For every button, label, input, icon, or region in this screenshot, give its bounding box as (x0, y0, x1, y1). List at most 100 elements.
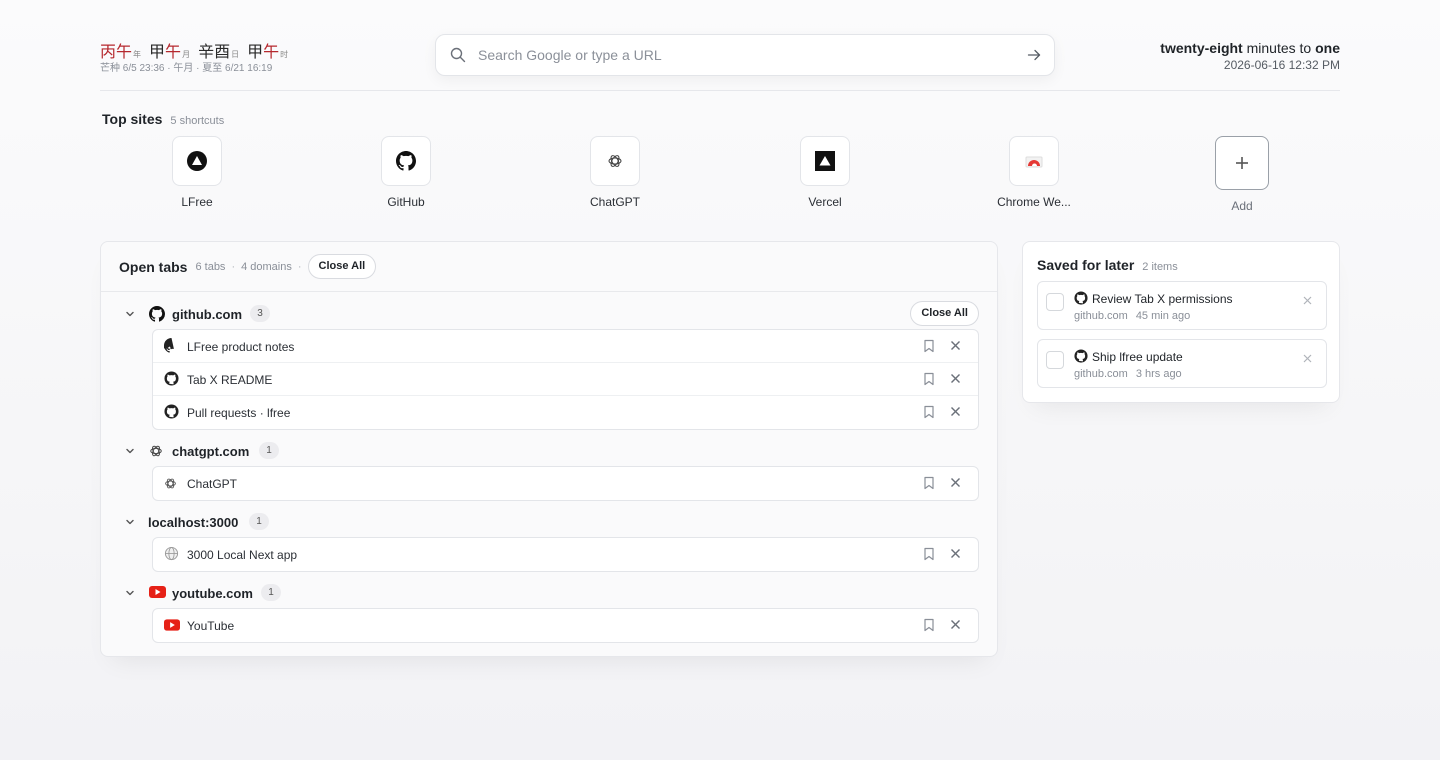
top-site-label[interactable]: Chrome We... (997, 195, 1071, 209)
domain-name: youtube.com (172, 586, 253, 601)
domain-name: github.com (172, 307, 243, 322)
top-site-label[interactable]: LFree (181, 195, 212, 209)
youtube-icon (149, 586, 166, 598)
top-site-label[interactable]: GitHub (387, 195, 424, 209)
chatgpt-icon[interactable] (590, 136, 640, 186)
bookmark-icon[interactable] (923, 618, 935, 632)
add-shortcut-label[interactable]: Add (1231, 199, 1252, 213)
saved-item[interactable]: Review Tab X permissions github.com 45 mi… (1037, 281, 1327, 330)
open-tabs-panel: Open tabs 6 tabs · 4 domains · Close All… (100, 241, 998, 657)
saved-title: Saved for later (1037, 257, 1135, 273)
top-site-label[interactable]: ChatGPT (590, 195, 640, 209)
lfree-triangle-icon[interactable] (172, 136, 222, 186)
github-icon (1074, 349, 1088, 363)
chevron-down-icon[interactable] (125, 517, 135, 527)
top-site-chatgpt[interactable]: ChatGPT (555, 136, 675, 209)
chatgpt-tab-list: ChatGPT (152, 466, 979, 501)
top-site-label[interactable]: Vercel (808, 195, 841, 209)
top-site-chrome-webstore[interactable]: Chrome We... (974, 136, 1094, 209)
saved-item-domain: github.com (1074, 368, 1128, 380)
clock: twenty-eight minutes to one 2026-06-16 1… (1160, 40, 1340, 72)
saved-item-meta: github.com 3 hrs ago (1074, 368, 1182, 380)
saved-item-checkbox[interactable] (1046, 351, 1064, 369)
github-icon (164, 371, 179, 386)
domain-tab-count: 1 (249, 513, 269, 530)
search-input[interactable]: Search Google or type a URL (478, 47, 1026, 63)
saved-for-later-panel: Saved for later 2 items Review Tab X per… (1022, 241, 1340, 403)
separator: · (297, 260, 302, 273)
tab-row[interactable]: YouTube (153, 609, 978, 642)
top-sites-count: 5 shortcuts (170, 115, 225, 127)
github-icon (164, 338, 179, 353)
open-tabs-title: Open tabs (119, 258, 188, 275)
localhost-tab-list: 3000 Local Next app (152, 537, 979, 572)
domain-tab-count: 1 (259, 442, 279, 459)
close-icon[interactable] (950, 619, 961, 630)
plus-icon[interactable] (1215, 136, 1269, 190)
tabs-count: 6 tabs (195, 260, 226, 273)
saved-header: Saved for later 2 items (1037, 257, 1178, 273)
close-icon[interactable] (950, 373, 961, 384)
tab-title[interactable]: YouTube (187, 619, 234, 633)
github-icon (149, 306, 165, 322)
saved-count: 2 items (1142, 261, 1178, 273)
solar-term-info: 芒种 6/5 23:36 · 午月 · 夏至 6/21 16:19 (100, 63, 273, 74)
close-icon[interactable] (950, 406, 961, 417)
close-all-tabs-button[interactable]: Close All (307, 254, 377, 279)
chevron-down-icon[interactable] (125, 446, 135, 456)
globe-icon (164, 546, 179, 561)
domain-tab-count: 3 (250, 305, 270, 322)
tab-row[interactable]: Pull requests · lfree (153, 396, 978, 429)
github-icon (1074, 291, 1088, 305)
chrome-webstore-icon[interactable] (1009, 136, 1059, 186)
close-icon[interactable] (950, 477, 961, 488)
bookmark-icon[interactable] (923, 372, 935, 386)
search-bar[interactable]: Search Google or type a URL (435, 34, 1055, 76)
domain-name: localhost:3000 (148, 515, 239, 530)
tab-title[interactable]: Tab X README (187, 373, 272, 387)
tab-row[interactable]: Tab X README (153, 363, 978, 396)
top-site-lfree[interactable]: LFree (137, 136, 257, 209)
saved-item-checkbox[interactable] (1046, 293, 1064, 311)
open-tabs-header: Open tabs 6 tabs · 4 domains · Close All (101, 242, 997, 292)
close-icon[interactable] (950, 340, 961, 351)
bookmark-icon[interactable] (923, 476, 935, 490)
domain-tab-count: 1 (261, 584, 281, 601)
close-all-github-button[interactable]: Close All (910, 301, 979, 326)
domain-group-chatgpt[interactable]: chatgpt.com 1 (101, 439, 997, 463)
tab-row[interactable]: LFree product notes (153, 330, 978, 363)
github-tab-list: LFree product notes Tab X README Pull re… (152, 329, 979, 430)
saved-item-title[interactable]: Ship lfree update (1092, 350, 1183, 364)
clock-date: 2026-06-16 12:32 PM (1223, 58, 1340, 72)
github-icon[interactable] (381, 136, 431, 186)
saved-item[interactable]: Ship lfree update github.com 3 hrs ago (1037, 339, 1327, 388)
tab-row[interactable]: ChatGPT (153, 467, 978, 500)
chevron-down-icon[interactable] (125, 588, 135, 598)
arrow-right-icon[interactable] (1026, 47, 1042, 63)
tab-title[interactable]: 3000 Local Next app (187, 548, 297, 562)
close-icon[interactable] (1303, 296, 1312, 305)
vercel-icon[interactable] (800, 136, 850, 186)
tab-row[interactable]: 3000 Local Next app (153, 538, 978, 571)
top-site-github[interactable]: GitHub (346, 136, 466, 209)
youtube-icon (164, 619, 180, 631)
domain-group-localhost[interactable]: localhost:3000 1 (101, 510, 997, 534)
tab-title[interactable]: ChatGPT (187, 477, 237, 491)
separator: · (231, 260, 236, 273)
tab-title[interactable]: LFree product notes (187, 340, 294, 354)
domain-group-github[interactable]: github.com 3 Close All (101, 301, 997, 326)
bookmark-icon[interactable] (923, 339, 935, 353)
top-site-vercel[interactable]: Vercel (765, 136, 885, 209)
saved-item-time: 45 min ago (1135, 310, 1191, 322)
close-icon[interactable] (1303, 354, 1312, 363)
chatgpt-icon (164, 477, 177, 490)
bookmark-icon[interactable] (923, 405, 935, 419)
add-shortcut[interactable]: Add (1182, 136, 1302, 213)
chatgpt-icon (149, 444, 163, 458)
chevron-down-icon[interactable] (125, 309, 135, 319)
bookmark-icon[interactable] (923, 547, 935, 561)
saved-item-title[interactable]: Review Tab X permissions (1092, 292, 1233, 306)
domain-group-youtube[interactable]: youtube.com 1 (101, 581, 997, 605)
close-icon[interactable] (950, 548, 961, 559)
tab-title[interactable]: Pull requests · lfree (187, 406, 290, 420)
